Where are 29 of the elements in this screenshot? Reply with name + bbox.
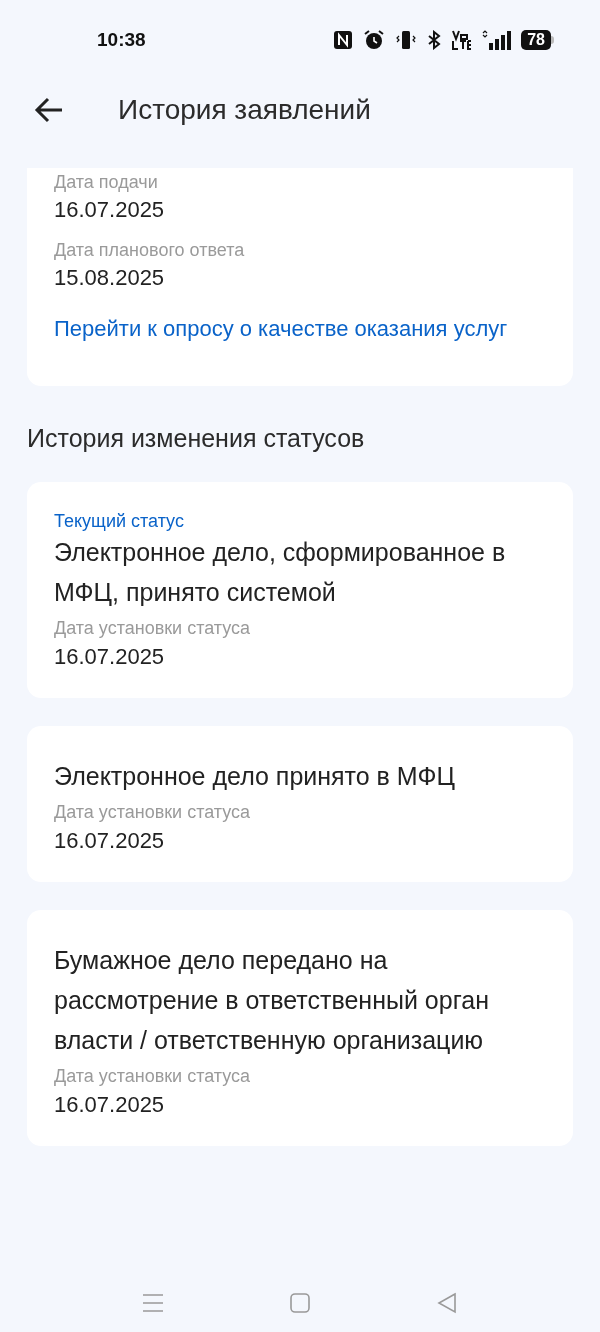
- page-title: История заявлений: [118, 93, 371, 127]
- back-icon[interactable]: [436, 1292, 458, 1314]
- volte-icon: [451, 29, 472, 51]
- field-value: 16.07.2025: [54, 196, 166, 224]
- date-value: 16.07.2025: [54, 826, 166, 855]
- survey-link[interactable]: Перейти к опросу о качестве оказания услуг: [54, 312, 546, 346]
- date-label: Дата установки статуса: [54, 616, 252, 640]
- status-time: 10:38: [97, 27, 146, 52]
- field-value: 15.08.2025: [54, 264, 166, 292]
- field-label: Дата планового ответа: [54, 239, 246, 262]
- date-label: Дата установки статуса: [54, 800, 252, 824]
- menu-icon[interactable]: [142, 1292, 164, 1314]
- status-title: Электронное дело принято в МФЦ: [54, 760, 456, 792]
- status-title: Электронное дело, сформированное в МФЦ, принято системой: [54, 536, 507, 608]
- date-label: Дата установки статуса: [54, 1064, 252, 1088]
- section-title: История изменения статусов: [27, 423, 366, 454]
- home-icon[interactable]: [289, 1292, 311, 1314]
- back-arrow-icon: [34, 97, 64, 123]
- field-label: Дата подачи: [54, 171, 159, 194]
- vibrate-icon: [395, 29, 418, 51]
- battery-icon: 78: [521, 30, 554, 50]
- current-status-label: Текущий статус: [54, 509, 185, 532]
- date-value: 16.07.2025: [54, 642, 166, 671]
- signal-icon: [481, 29, 512, 51]
- nfc-icon: [333, 30, 354, 50]
- bluetooth-icon: [427, 30, 442, 50]
- date-value: 16.07.2025: [54, 1090, 166, 1119]
- alarm-icon: [363, 29, 386, 51]
- status-title: Бумажное дело передано на рассмотрение в ответственный орган власти / ответственную организацию: [54, 944, 490, 1056]
